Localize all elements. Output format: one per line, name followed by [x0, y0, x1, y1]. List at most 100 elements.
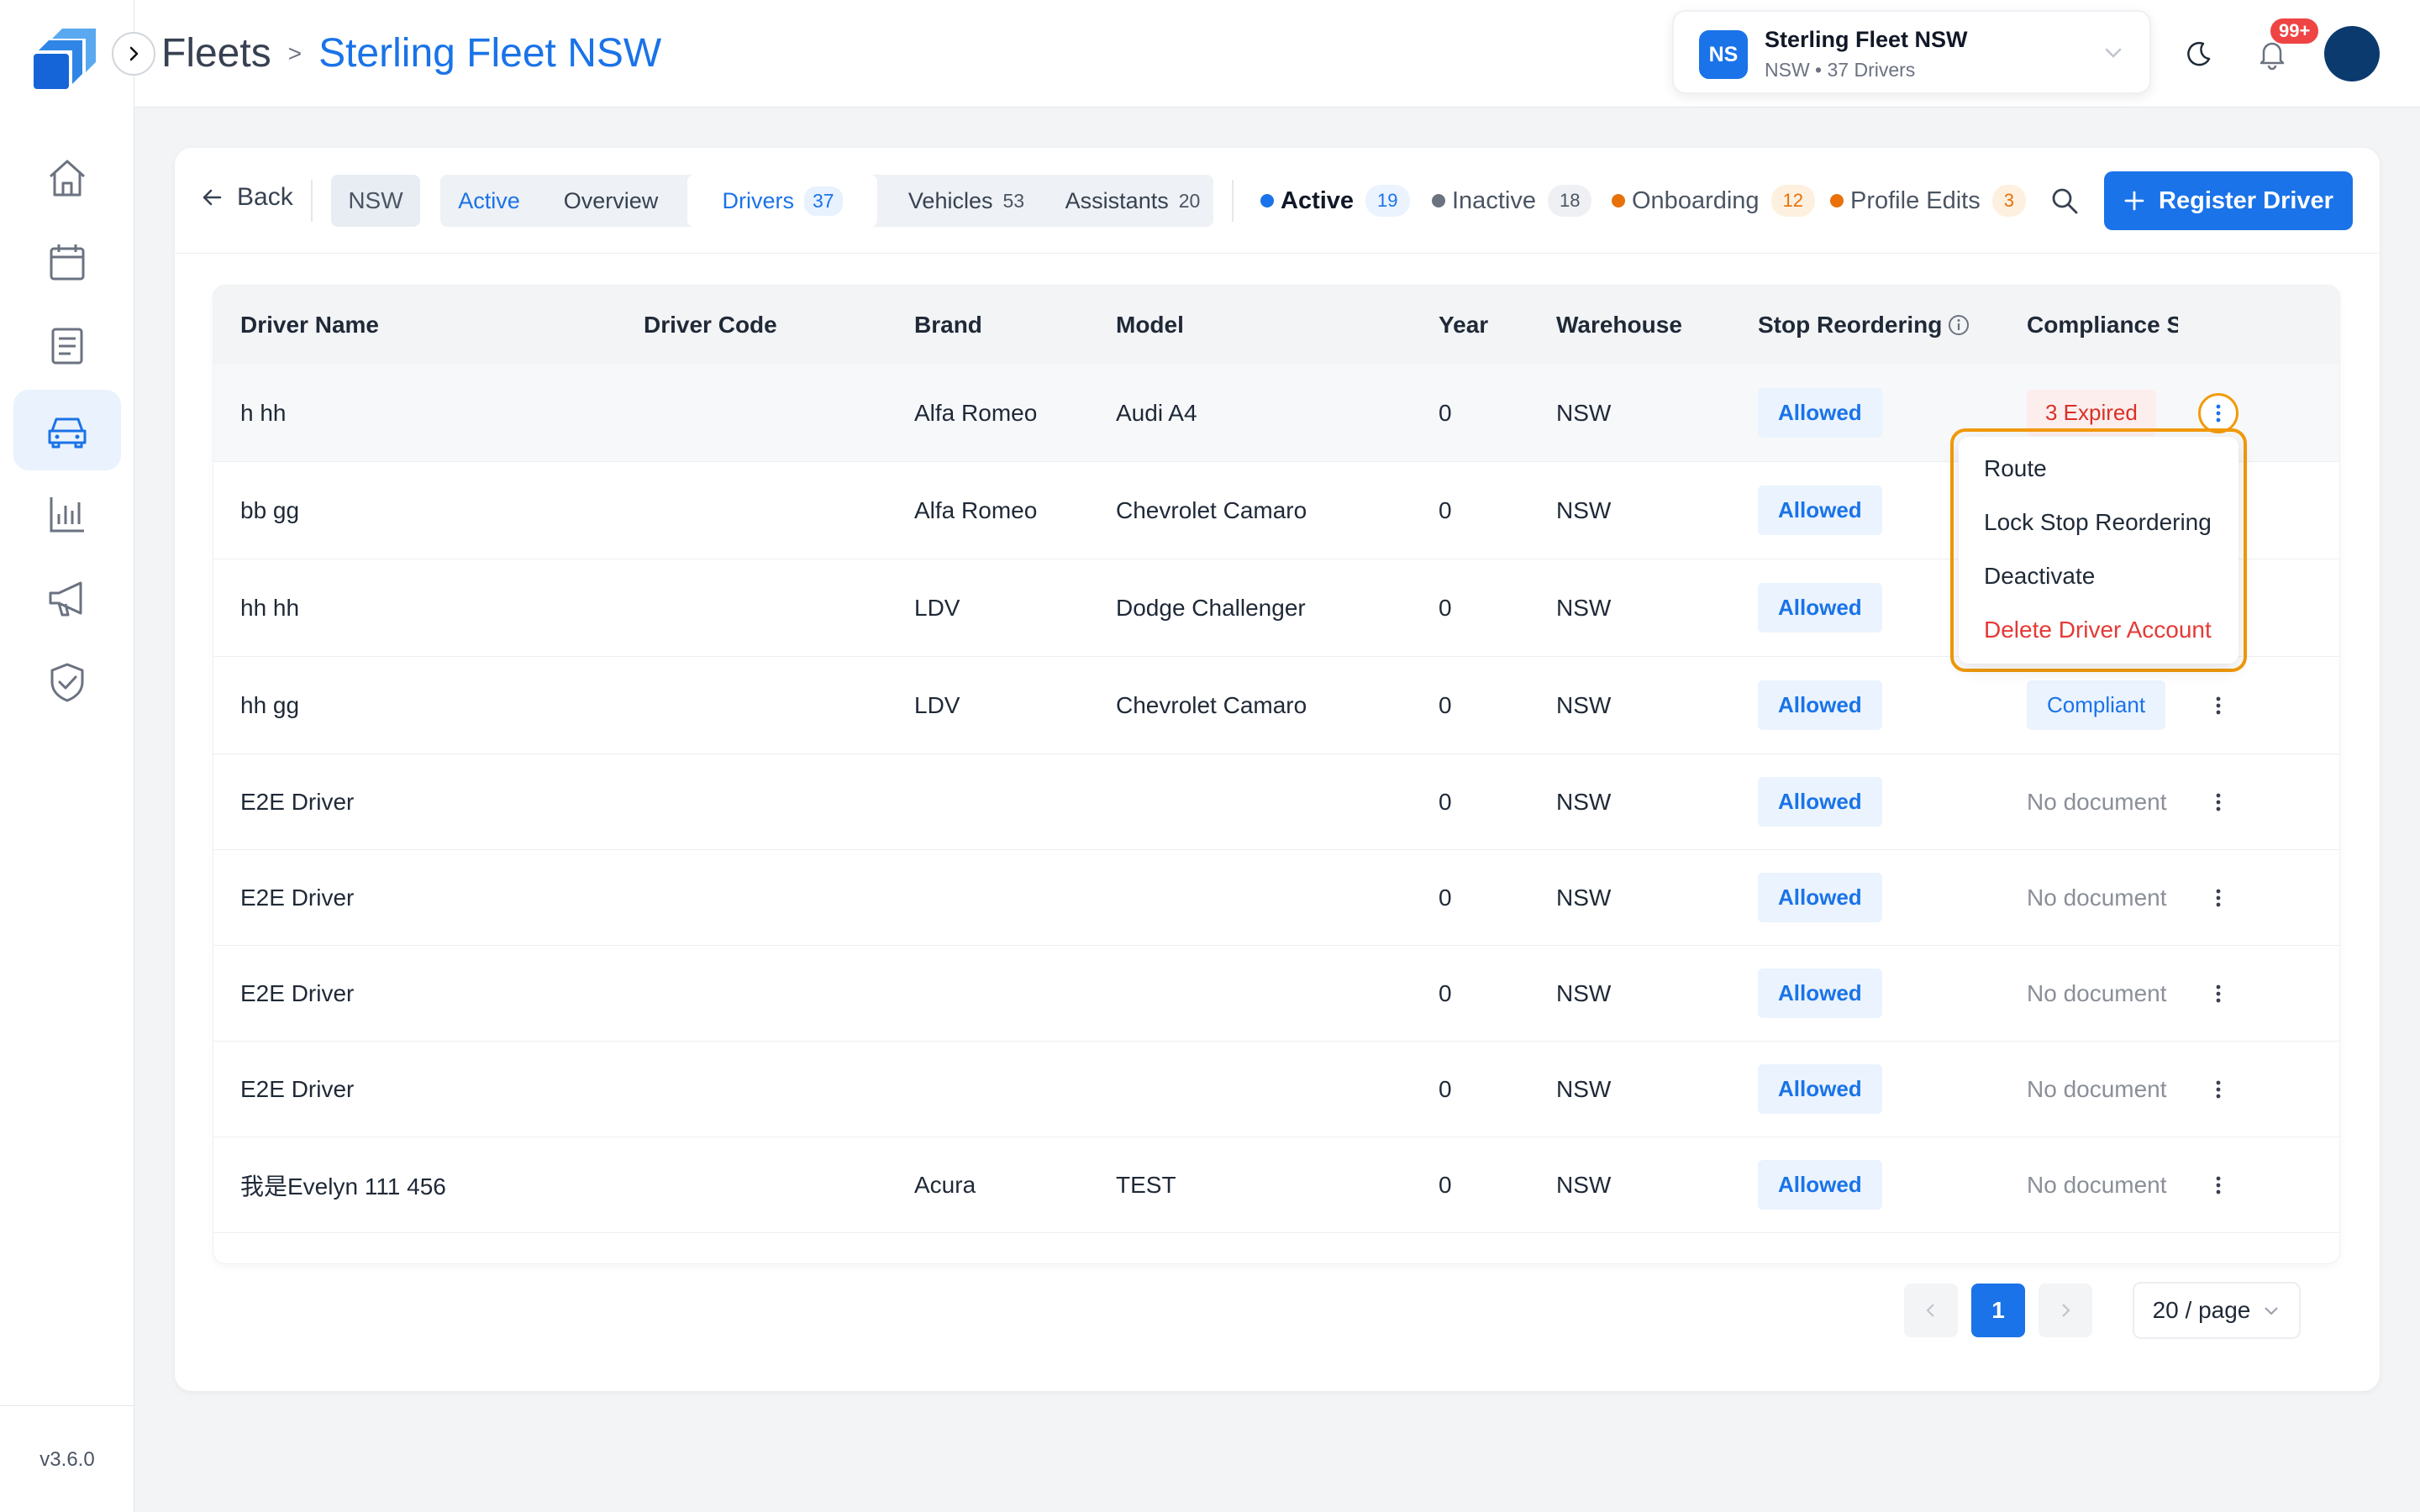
column-header[interactable]: Year: [1439, 286, 1488, 365]
cell-compliance: No document: [2027, 1137, 2167, 1232]
status-filter-onboarding[interactable]: Onboarding 12: [1612, 185, 1816, 217]
pagination-prev-button[interactable]: [1904, 1284, 1958, 1337]
cell-year: 0: [1439, 979, 1452, 1006]
sidebar-item-reports[interactable]: [13, 474, 121, 554]
home-icon: [49, 160, 86, 197]
fleet-switcher[interactable]: NS Sterling Fleet NSW NSW • 37 Drivers: [1672, 10, 2151, 94]
column-header[interactable]: Warehouse: [1556, 286, 1682, 365]
divider: [1232, 180, 1234, 222]
sidebar-item-home[interactable]: [13, 138, 121, 218]
row-actions-button[interactable]: [2198, 393, 2238, 433]
cell-compliance: No document: [2027, 946, 2167, 1041]
compliance-status: No document: [2027, 1171, 2167, 1198]
tab-vehicles[interactable]: Vehicles 53: [882, 175, 1050, 227]
menu-item-deactivate[interactable]: Deactivate: [1984, 563, 2095, 590]
tab-active[interactable]: Active: [440, 175, 538, 227]
row-actions-menu: Route Lock Stop Reordering Deactivate De…: [1959, 437, 2238, 664]
user-avatar[interactable]: [2324, 26, 2380, 81]
info-icon[interactable]: [1947, 313, 1970, 337]
theme-toggle-button[interactable]: [2181, 37, 2215, 71]
pagination-next-button[interactable]: [2039, 1284, 2092, 1337]
cell-name: E2E Driver: [240, 979, 355, 1006]
table-row[interactable]: E2E Driver 0 NSW Allowed No document: [213, 850, 2339, 946]
table-row[interactable]: E2E Driver 0 NSW Allowed No document: [213, 1042, 2339, 1137]
page-size-value: 20 / page: [2152, 1297, 2251, 1323]
tab-label: Vehicles: [908, 187, 993, 213]
status-filter-count: 3: [1991, 185, 2026, 217]
sidebar-item-documents[interactable]: [13, 306, 121, 386]
register-driver-button[interactable]: Register Driver: [2104, 171, 2353, 230]
menu-item-lock-stop-reordering[interactable]: Lock Stop Reordering: [1984, 509, 2212, 536]
column-header[interactable]: Brand: [914, 286, 982, 365]
arrow-left-icon: [203, 189, 222, 206]
cell-brand: Alfa Romeo: [914, 496, 1038, 523]
app-version: v3.6.0: [39, 1448, 95, 1471]
column-header[interactable]: Driver Code: [644, 286, 777, 365]
status-filter-profile-edits[interactable]: Profile Edits 3: [1830, 185, 2026, 217]
more-vertical-icon: [2216, 984, 2221, 1003]
row-actions-button[interactable]: [2202, 1073, 2235, 1106]
tab-assistants[interactable]: Assistants 20: [1054, 175, 1212, 227]
cell-year: 0: [1439, 691, 1452, 718]
stop-reordering-badge: Allowed: [1758, 680, 1882, 730]
sidebar-item-compliance[interactable]: [13, 642, 121, 722]
sidebar-expand-button[interactable]: [112, 32, 155, 76]
cell-model: Chevrolet Camaro: [1116, 691, 1307, 718]
sidebar-item-calendar[interactable]: [13, 222, 121, 302]
cell-brand: Alfa Romeo: [914, 399, 1038, 426]
tab-label: Drivers: [722, 187, 794, 213]
column-header[interactable]: Compliance S: [2027, 286, 2178, 365]
table-row[interactable]: E2E Driver 0 NSW Allowed No document: [213, 754, 2339, 850]
row-actions-button[interactable]: [2202, 785, 2235, 819]
status-filter-inactive[interactable]: Inactive 18: [1432, 185, 1592, 217]
fleet-avatar: NS: [1699, 30, 1748, 79]
pagination-page-button[interactable]: 1: [1971, 1284, 2025, 1337]
breadcrumb-fleets[interactable]: Fleets: [161, 30, 271, 76]
sidebar-item-fleets[interactable]: [13, 390, 121, 470]
tab-count: 20: [1178, 189, 1201, 212]
app-logo[interactable]: [30, 22, 104, 92]
sidebar-item-announcements[interactable]: [13, 558, 121, 638]
table-row[interactable]: 我是Evelyn 111 456 Acura TEST 0 NSW Allowed No d…: [213, 1137, 2339, 1233]
cell-year: 0: [1439, 594, 1452, 621]
cell-name: hh gg: [240, 691, 300, 718]
page-size-select[interactable]: 20 / page: [2133, 1282, 2301, 1339]
tab-count: 37: [803, 186, 843, 216]
column-header[interactable]: Model: [1116, 286, 1184, 365]
cell-warehouse: NSW: [1556, 884, 1612, 911]
status-filter-active[interactable]: Active 19: [1260, 185, 1410, 217]
chevron-down-icon: [2102, 42, 2124, 64]
cell-warehouse: NSW: [1556, 594, 1612, 621]
column-header[interactable]: Stop Reordering: [1758, 286, 1973, 365]
divider: [311, 180, 313, 222]
calendar-icon: [50, 244, 85, 281]
stop-reordering-badge: Allowed: [1758, 969, 1882, 1018]
search-button[interactable]: [2049, 185, 2081, 217]
tab-overview[interactable]: Overview: [538, 175, 684, 227]
row-actions-button[interactable]: [2202, 1168, 2235, 1202]
stop-reordering-badge: Allowed: [1758, 583, 1882, 633]
tab-drivers[interactable]: Drivers 37: [687, 175, 877, 227]
column-header[interactable]: Driver Name: [240, 286, 379, 365]
menu-item-delete-driver-account[interactable]: Delete Driver Account: [1984, 617, 2212, 643]
stop-reordering-badge: Allowed: [1758, 777, 1882, 827]
more-vertical-icon: [2216, 404, 2221, 423]
back-button[interactable]: Back: [200, 183, 293, 212]
cell-stop-reordering: Allowed: [1758, 657, 1882, 753]
row-actions-button[interactable]: [2202, 977, 2235, 1011]
cell-stop-reordering: Allowed: [1758, 559, 1882, 656]
row-actions-button[interactable]: [2202, 881, 2235, 915]
cell-warehouse: NSW: [1556, 399, 1612, 426]
region-chip[interactable]: NSW: [331, 175, 420, 227]
tab-label: Overview: [563, 187, 659, 213]
notification-count-badge: 99+: [2269, 17, 2321, 45]
menu-item-route[interactable]: Route: [1984, 455, 2047, 482]
cell-year: 0: [1439, 399, 1452, 426]
more-vertical-icon: [2216, 696, 2221, 715]
cell-warehouse: NSW: [1556, 496, 1612, 523]
cell-warehouse: NSW: [1556, 1171, 1612, 1198]
shield-check-icon: [50, 663, 84, 702]
cell-year: 0: [1439, 496, 1452, 523]
table-row[interactable]: E2E Driver 0 NSW Allowed No document: [213, 946, 2339, 1042]
row-actions-button[interactable]: [2202, 689, 2235, 722]
